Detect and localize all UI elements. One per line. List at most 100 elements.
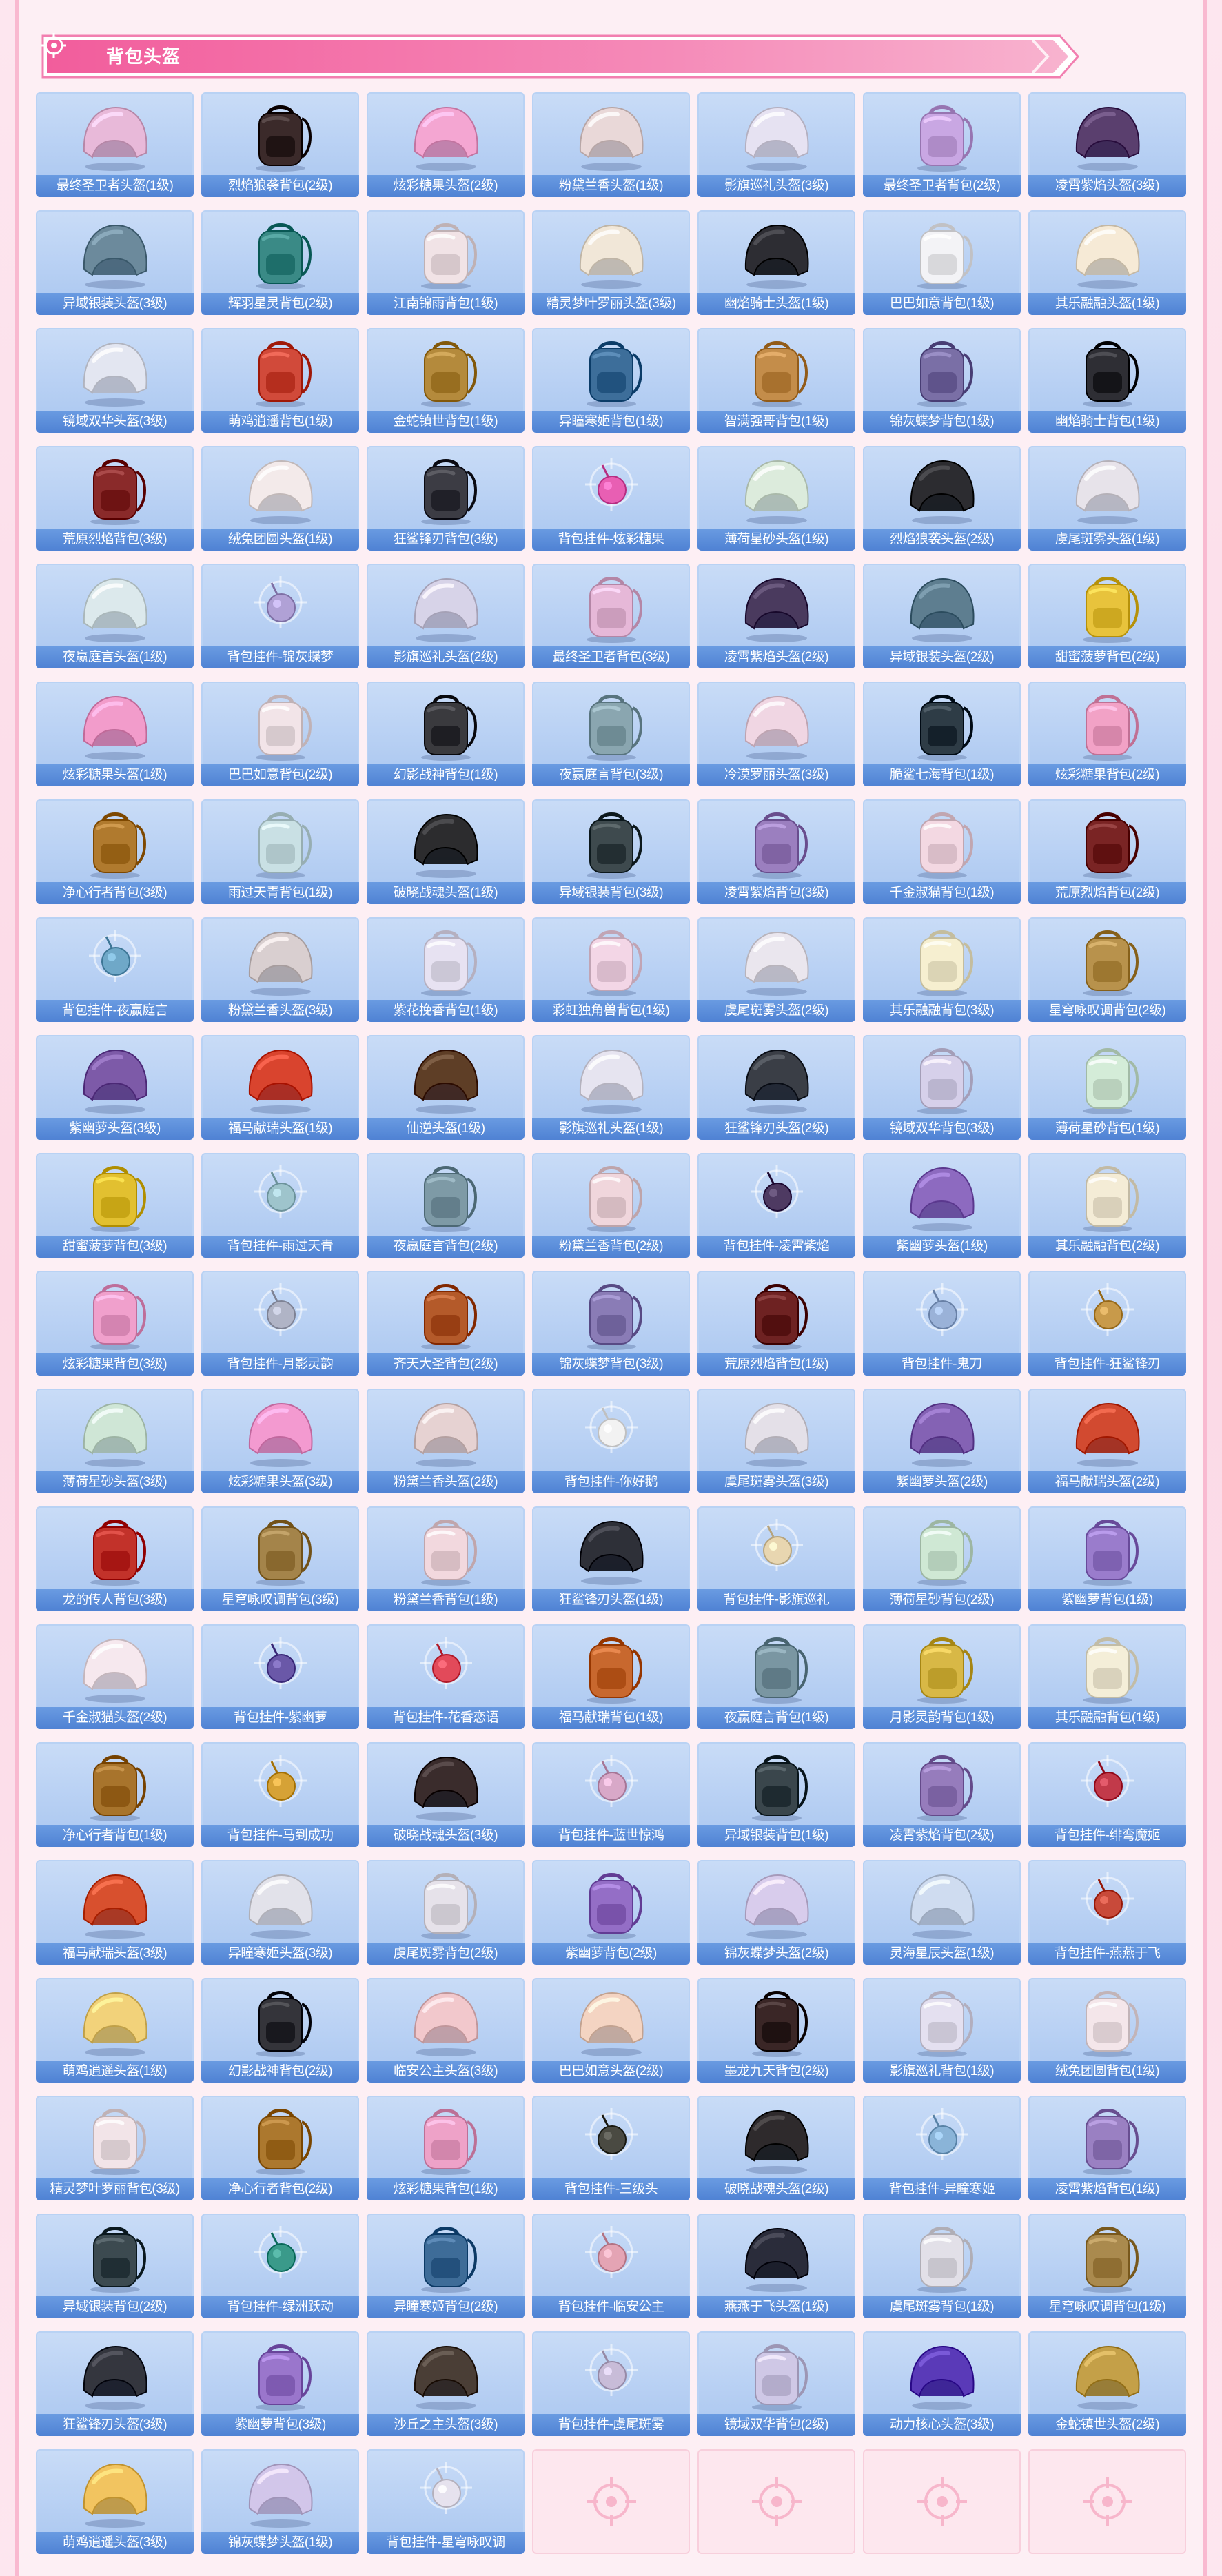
item-card[interactable]: 炫彩糖果头盔(3级) [201,1389,359,1493]
item-card[interactable]: 镜域双华头盔(3级) [36,328,194,433]
item-card[interactable]: 粉黛兰香头盔(1级) [532,92,690,197]
item-card[interactable]: 净心行者背包(3级) [36,799,194,904]
item-card[interactable]: 夜赢庭言头盔(1级) [36,564,194,668]
item-card[interactable]: 紫幽萝背包(1级) [1028,1506,1186,1611]
item-card[interactable]: 炫彩糖果背包(2级) [1028,682,1186,786]
item-card[interactable]: 福马献瑞头盔(3级) [36,1860,194,1965]
item-card[interactable]: 甜蜜菠萝背包(2级) [1028,564,1186,668]
item-card[interactable]: 狂鲨锋刃头盔(1级) [532,1506,690,1611]
item-card[interactable]: 仙逆头盔(1级) [367,1035,525,1140]
item-card[interactable]: 影旗巡礼头盔(2级) [367,564,525,668]
item-card[interactable]: 萌鸡逍遥头盔(3级) [36,2449,194,2554]
item-card[interactable]: 炫彩糖果背包(1级) [367,2096,525,2200]
item-card[interactable]: 破晓战魂头盔(3级) [367,1742,525,1847]
item-card[interactable]: 福马献瑞头盔(2级) [1028,1389,1186,1493]
item-card[interactable]: 净心行者背包(1级) [36,1742,194,1847]
item-card[interactable]: 荒原烈焰背包(3级) [36,446,194,551]
item-card[interactable]: 齐天大圣背包(2级) [367,1271,525,1376]
item-card[interactable]: 动力核心头盔(3级) [863,2331,1021,2436]
item-card[interactable]: 异域银装头盔(3级) [36,210,194,315]
item-card[interactable]: 炫彩糖果头盔(2级) [367,92,525,197]
item-card[interactable]: 背包挂件-凌霄紫焰 [697,1153,855,1258]
item-card[interactable]: 背包挂件-夜赢庭言 [36,917,194,1022]
item-card[interactable]: 萌鸡逍遥头盔(1级) [36,1978,194,2083]
item-card[interactable]: 最终圣卫者背包(3级) [532,564,690,668]
item-card[interactable]: 沙丘之主头盔(3级) [367,2331,525,2436]
item-card[interactable]: 凌霄紫焰头盔(3级) [1028,92,1186,197]
item-card[interactable]: 炫彩糖果背包(3级) [36,1271,194,1376]
item-card[interactable]: 背包挂件-花香恋语 [367,1624,525,1729]
item-card[interactable]: 净心行者背包(2级) [201,2096,359,2200]
item-card[interactable]: 星穹咏叹调背包(1级) [1028,2214,1186,2318]
item-card[interactable]: 薄荷星砂背包(2级) [863,1506,1021,1611]
item-card[interactable]: 粉黛兰香头盔(3级) [201,917,359,1022]
item-card[interactable]: 薄荷星砂头盔(3级) [36,1389,194,1493]
item-card[interactable]: 镜域双华背包(3级) [863,1035,1021,1140]
item-card[interactable]: 背包挂件-异瞳寒姬 [863,2096,1021,2200]
item-card[interactable]: 墨龙九天背包(2级) [697,1978,855,2083]
item-card[interactable]: 金蛇镇世背包(1级) [367,328,525,433]
item-card[interactable]: 烈焰狼袭背包(2级) [201,92,359,197]
item-card[interactable]: 背包挂件-狂鲨锋刃 [1028,1271,1186,1376]
item-card[interactable]: 夜赢庭言背包(2级) [367,1153,525,1258]
item-card[interactable]: 临安公主头盔(3级) [367,1978,525,2083]
item-card[interactable]: 粉黛兰香背包(1级) [367,1506,525,1611]
item-card[interactable]: 最终圣卫者背包(2级) [863,92,1021,197]
item-card[interactable]: 背包挂件-三级头 [532,2096,690,2200]
item-card[interactable]: 狂鲨锋刃背包(3级) [367,446,525,551]
item-card[interactable]: 背包挂件-影旗巡礼 [697,1506,855,1611]
item-card[interactable]: 烈焰狼袭头盔(2级) [863,446,1021,551]
item-card[interactable]: 精灵梦叶罗丽背包(3级) [36,2096,194,2200]
item-card[interactable]: 粉黛兰香背包(2级) [532,1153,690,1258]
item-card[interactable]: 虞尾斑雾背包(1级) [863,2214,1021,2318]
item-card[interactable]: 精灵梦叶罗丽头盔(3级) [532,210,690,315]
item-card[interactable]: 福马献瑞头盔(1级) [201,1035,359,1140]
item-card[interactable]: 凌霄紫焰背包(1级) [1028,2096,1186,2200]
item-card[interactable]: 虞尾斑雾头盔(1级) [1028,446,1186,551]
item-card[interactable]: 千金淑猫头盔(2级) [36,1624,194,1729]
item-card[interactable]: 紫幽萝头盔(2级) [863,1389,1021,1493]
item-card[interactable]: 背包挂件-雨过天青 [201,1153,359,1258]
item-card[interactable]: 背包挂件-临安公主 [532,2214,690,2318]
item-card[interactable]: 薄荷星砂背包(1级) [1028,1035,1186,1140]
item-card[interactable]: 灵海星辰头盔(1级) [863,1860,1021,1965]
item-card[interactable]: 最终圣卫者头盔(1级) [36,92,194,197]
item-card[interactable]: 紫幽萝背包(3级) [201,2331,359,2436]
item-card[interactable]: 幽焰骑士头盔(1级) [697,210,855,315]
item-card[interactable]: 江南锦雨背包(1级) [367,210,525,315]
item-card[interactable]: 紫幽萝头盔(3级) [36,1035,194,1140]
item-card[interactable]: 荒原烈焰背包(2级) [1028,799,1186,904]
item-card[interactable]: 背包挂件-你好鹅 [532,1389,690,1493]
item-card[interactable]: 脆鲨七海背包(1级) [863,682,1021,786]
item-card[interactable]: 锦灰蝶梦头盔(1级) [201,2449,359,2554]
item-card[interactable]: 紫幽萝头盔(1级) [863,1153,1021,1258]
item-card[interactable]: 巴巴如意头盔(2级) [532,1978,690,2083]
item-card[interactable]: 夜赢庭言背包(3级) [532,682,690,786]
item-card[interactable]: 福马献瑞背包(1级) [532,1624,690,1729]
item-card[interactable]: 薄荷星砂头盔(1级) [697,446,855,551]
item-card[interactable]: 异域银装背包(3级) [532,799,690,904]
item-card[interactable]: 智满强哥背包(1级) [697,328,855,433]
item-card[interactable]: 燕燕于飞头盔(1级) [697,2214,855,2318]
item-card[interactable]: 其乐融融头盔(1级) [1028,210,1186,315]
item-card[interactable]: 幻影战神背包(1级) [367,682,525,786]
item-card[interactable]: 背包挂件-星穹咏叹调 [367,2449,525,2554]
item-card[interactable]: 萌鸡逍遥背包(1级) [201,328,359,433]
item-card[interactable]: 紫幽萝背包(2级) [532,1860,690,1965]
item-card[interactable]: 背包挂件-炫彩糖果 [532,446,690,551]
item-card[interactable]: 凌霄紫焰背包(3级) [697,799,855,904]
item-card[interactable]: 虞尾斑雾头盔(3级) [697,1389,855,1493]
item-card[interactable]: 幽焰骑士背包(1级) [1028,328,1186,433]
item-card[interactable]: 星穹咏叹调背包(2级) [1028,917,1186,1022]
item-card[interactable]: 异域银装背包(2级) [36,2214,194,2318]
item-card[interactable]: 背包挂件-紫幽萝 [201,1624,359,1729]
item-card[interactable]: 其乐融融背包(3级) [863,917,1021,1022]
item-card[interactable]: 其乐融融背包(2级) [1028,1153,1186,1258]
item-card[interactable]: 狂鲨锋刃头盔(3级) [36,2331,194,2436]
item-card[interactable]: 背包挂件-月影灵韵 [201,1271,359,1376]
item-card[interactable]: 千金淑猫背包(1级) [863,799,1021,904]
item-card[interactable]: 背包挂件-虞尾斑雾 [532,2331,690,2436]
item-card[interactable]: 星穹咏叹调背包(3级) [201,1506,359,1611]
item-card[interactable]: 幻影战神背包(2级) [201,1978,359,2083]
item-card[interactable]: 巴巴如意背包(2级) [201,682,359,786]
